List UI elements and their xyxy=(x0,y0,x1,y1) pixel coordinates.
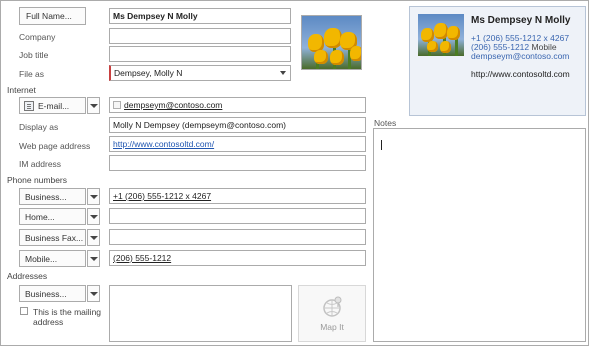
business-card[interactable]: Ms Dempsey N Molly +1 (206) 555-1212 x 4… xyxy=(409,6,586,116)
phone-type-button-business-fax[interactable]: Business Fax... xyxy=(19,229,86,246)
card-email: dempseym@contoso.com xyxy=(471,51,570,61)
im-address-label: IM address xyxy=(19,159,62,169)
business-card-photo xyxy=(418,14,464,56)
address-book-icon xyxy=(24,101,34,111)
mailing-address-label-line1: This is the mailing xyxy=(33,307,102,317)
notes-textarea[interactable] xyxy=(373,128,586,342)
email-type-label: E-mail... xyxy=(38,101,70,111)
address-type-dropdown[interactable] xyxy=(87,285,100,302)
address-type-button[interactable]: Business... xyxy=(19,285,86,302)
file-as-select[interactable]: Dempsey, Molly N xyxy=(109,65,291,81)
mailing-address-label-line2: address xyxy=(33,317,64,327)
card-web: http://www.contosoltd.com xyxy=(471,69,570,79)
phone-field-business-fax[interactable] xyxy=(109,229,366,245)
company-label: Company xyxy=(19,32,56,42)
display-as-field[interactable]: Molly N Dempsey (dempseym@contoso.com) xyxy=(109,117,366,133)
email-type-dropdown[interactable] xyxy=(87,97,100,114)
addresses-group-label: Addresses xyxy=(7,271,48,281)
phone-field-business[interactable]: +1 (206) 555-1212 x 4267 xyxy=(109,188,366,204)
map-it-label: Map It xyxy=(320,322,344,332)
mailing-address-checkbox[interactable] xyxy=(20,307,28,315)
im-address-field[interactable] xyxy=(109,155,366,171)
full-name-field[interactable]: Ms Dempsey N Molly xyxy=(109,8,291,24)
file-as-value: Dempsey, Molly N xyxy=(114,68,183,78)
job-title-field[interactable] xyxy=(109,46,291,62)
email-field[interactable]: dempseym@contoso.com xyxy=(109,97,366,113)
phone-type-dropdown-mobile[interactable] xyxy=(87,250,100,267)
phone-field-home[interactable] xyxy=(109,208,366,224)
phone-numbers-group-label: Phone numbers xyxy=(7,175,68,185)
contact-form-window: Full Name... Ms Dempsey N Molly Company … xyxy=(0,0,589,346)
phone-value-business: +1 (206) 555-1212 x 4267 xyxy=(113,191,212,201)
phone-value-mobile: (206) 555-1212 xyxy=(113,253,172,263)
map-pin-icon xyxy=(323,296,342,317)
internet-group-label: Internet xyxy=(7,85,36,95)
display-as-label: Display as xyxy=(19,122,59,132)
file-as-label: File as xyxy=(19,69,45,79)
phone-field-mobile[interactable]: (206) 555-1212 xyxy=(109,250,366,266)
phone-type-dropdown-business-fax[interactable] xyxy=(87,229,100,246)
phone-type-button-business[interactable]: Business... xyxy=(19,188,86,205)
contact-photo[interactable] xyxy=(301,15,362,70)
job-title-label: Job title xyxy=(19,50,49,60)
email-type-button[interactable]: E-mail... xyxy=(19,97,86,114)
email-status-icon xyxy=(113,101,121,109)
phone-type-button-mobile[interactable]: Mobile... xyxy=(19,250,86,267)
phone-type-button-home[interactable]: Home... xyxy=(19,208,86,225)
web-page-field[interactable]: http://www.contosoltd.com/ xyxy=(109,136,366,152)
map-it-button[interactable]: Map It xyxy=(298,285,366,342)
card-name: Ms Dempsey N Molly xyxy=(471,15,571,26)
email-value: dempseym@contoso.com xyxy=(124,100,223,110)
full-name-button[interactable]: Full Name... xyxy=(19,7,86,25)
notes-label: Notes xyxy=(374,118,397,128)
text-cursor xyxy=(381,140,382,150)
phone-type-dropdown-home[interactable] xyxy=(87,208,100,225)
address-textarea[interactable] xyxy=(109,285,292,342)
company-field[interactable] xyxy=(109,28,291,44)
web-page-label: Web page address xyxy=(19,141,91,151)
phone-type-dropdown-business[interactable] xyxy=(87,188,100,205)
chevron-down-icon xyxy=(280,71,286,75)
